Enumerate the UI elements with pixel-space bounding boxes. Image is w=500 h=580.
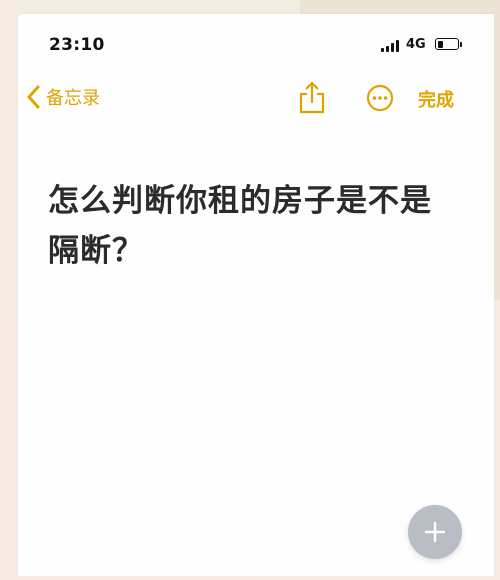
add-button[interactable] <box>408 505 462 559</box>
battery-cap <box>460 42 462 47</box>
done-button[interactable]: 完成 <box>418 86 454 112</box>
battery-icon <box>435 38 459 50</box>
more-button[interactable] <box>366 84 394 112</box>
network-type: 4G <box>406 37 426 52</box>
back-button[interactable]: 备忘录 <box>27 84 100 110</box>
signal-strength-icon <box>381 40 403 52</box>
back-button-label: 备忘录 <box>46 88 100 109</box>
share-icon <box>299 81 325 114</box>
notes-screen: 23:10 4G 备忘录 完成 怎么判断你租的房子是不是隔断？ <box>18 14 494 576</box>
share-button[interactable] <box>298 80 326 114</box>
status-bar: 23:10 4G <box>18 14 494 64</box>
plus-icon <box>424 521 446 543</box>
chevron-left-icon <box>27 85 40 109</box>
status-time: 23:10 <box>49 35 105 55</box>
ellipsis-circle-icon <box>366 84 394 112</box>
note-title[interactable]: 怎么判断你租的房子是不是隔断？ <box>48 176 448 276</box>
